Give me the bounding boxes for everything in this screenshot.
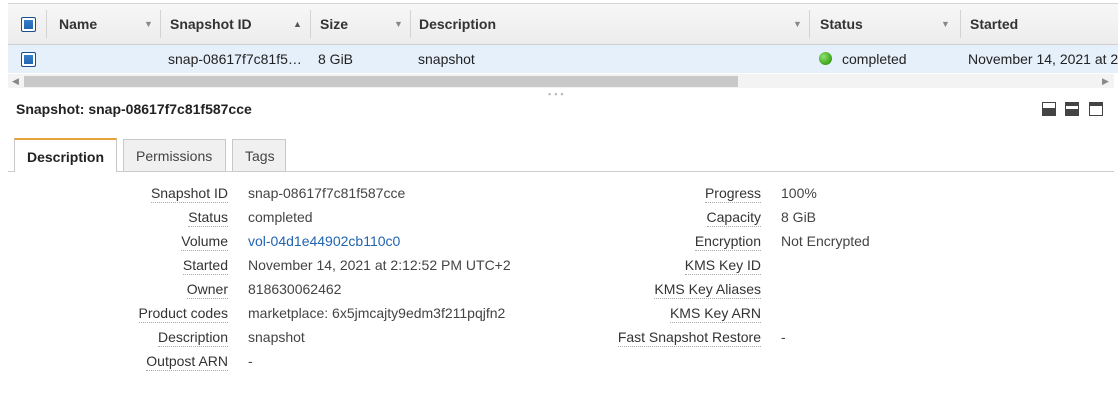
column-divider: [310, 10, 311, 38]
field-value-progress: 100%: [781, 185, 817, 201]
field-value-product-codes: marketplace: 6x5jmcajty9edm3f211pqjfn2: [248, 305, 506, 321]
cell-snapshot-id: snap-08617f7c81f5…: [168, 51, 302, 67]
column-header-started[interactable]: Started: [970, 4, 1018, 44]
field-value-description: snapshot: [248, 329, 305, 345]
scroll-right-icon[interactable]: ▶: [1102, 74, 1109, 88]
field-label-kms-key-id: KMS Key ID: [684, 257, 761, 275]
field-value-outpost-arn: -: [248, 353, 253, 369]
cell-started: November 14, 2021 at 2:1: [968, 51, 1118, 67]
field-label-fast-snapshot-restore: Fast Snapshot Restore: [617, 329, 761, 347]
field-value-started: November 14, 2021 at 2:12:52 PM UTC+2: [248, 257, 511, 273]
tab-description[interactable]: Description: [14, 138, 117, 172]
volume-link[interactable]: vol-04d1e44902cb110c0: [248, 233, 400, 249]
resize-grip[interactable]: ▪▪▪: [548, 89, 567, 99]
column-header-status[interactable]: Status: [820, 4, 863, 44]
detail-title: Snapshot: snap-08617f7c81f587cce: [16, 101, 252, 117]
row-checkbox[interactable]: [21, 52, 36, 67]
column-menu-icon[interactable]: ▼: [394, 4, 403, 44]
status-completed-icon: [819, 52, 832, 65]
field-label-volume: Volume: [181, 233, 228, 251]
table-row[interactable]: snap-08617f7c81f5… 8 GiB snapshot comple…: [8, 45, 1118, 73]
column-divider: [809, 10, 810, 38]
column-divider: [410, 10, 411, 38]
field-label-product-codes: Product codes: [138, 305, 228, 323]
field-label-progress: Progress: [704, 185, 761, 203]
column-header-description[interactable]: Description: [419, 4, 496, 44]
field-value-status: completed: [248, 209, 313, 225]
cell-status: completed: [842, 51, 907, 67]
column-header-name[interactable]: Name: [59, 4, 97, 44]
field-value-capacity: 8 GiB: [781, 209, 817, 225]
column-header-size[interactable]: Size: [320, 4, 348, 44]
column-divider: [46, 10, 47, 38]
column-menu-icon[interactable]: ▼: [793, 4, 802, 44]
field-label-capacity: Capacity: [706, 209, 761, 227]
column-menu-icon[interactable]: ▼: [941, 4, 950, 44]
field-label-description: Description: [157, 329, 228, 347]
field-label-encryption: Encryption: [694, 233, 761, 251]
scroll-left-icon[interactable]: ◀: [12, 74, 19, 88]
field-value-encryption: Not Encrypted: [781, 233, 870, 249]
field-label-kms-key-aliases: KMS Key Aliases: [654, 281, 761, 299]
field-label-started: Started: [182, 257, 228, 275]
select-all-checkbox[interactable]: [21, 17, 36, 32]
field-label-snapshot-id: Snapshot ID: [150, 185, 228, 203]
field-label-status: Status: [188, 209, 228, 227]
grid-header: Name ▼ Snapshot ID ▲ Size ▼ Description …: [8, 3, 1118, 45]
field-value-fast-snapshot-restore: -: [781, 329, 786, 345]
column-divider: [160, 10, 161, 38]
scrollbar-thumb[interactable]: [24, 76, 738, 87]
tab-tags[interactable]: Tags: [232, 139, 286, 171]
layout-split-icon[interactable]: [1065, 102, 1079, 116]
horizontal-scrollbar[interactable]: ◀ ▶: [8, 74, 1114, 88]
sort-ascending-icon[interactable]: ▲: [293, 4, 302, 44]
field-label-outpost-arn: Outpost ARN: [146, 353, 228, 371]
field-label-kms-key-arn: KMS Key ARN: [669, 305, 761, 323]
tab-permissions[interactable]: Permissions: [123, 139, 226, 171]
cell-size: 8 GiB: [318, 51, 354, 67]
layout-top-icon[interactable]: [1089, 102, 1103, 116]
field-label-owner: Owner: [186, 281, 228, 299]
layout-bottom-icon[interactable]: [1042, 102, 1056, 116]
column-divider: [960, 10, 961, 38]
field-value-owner: 818630062462: [248, 281, 342, 297]
column-menu-icon[interactable]: ▼: [144, 4, 153, 44]
field-value-snapshot-id: snap-08617f7c81f587cce: [248, 185, 406, 201]
cell-description: snapshot: [418, 51, 475, 67]
column-header-snapshot-id[interactable]: Snapshot ID: [170, 4, 252, 44]
